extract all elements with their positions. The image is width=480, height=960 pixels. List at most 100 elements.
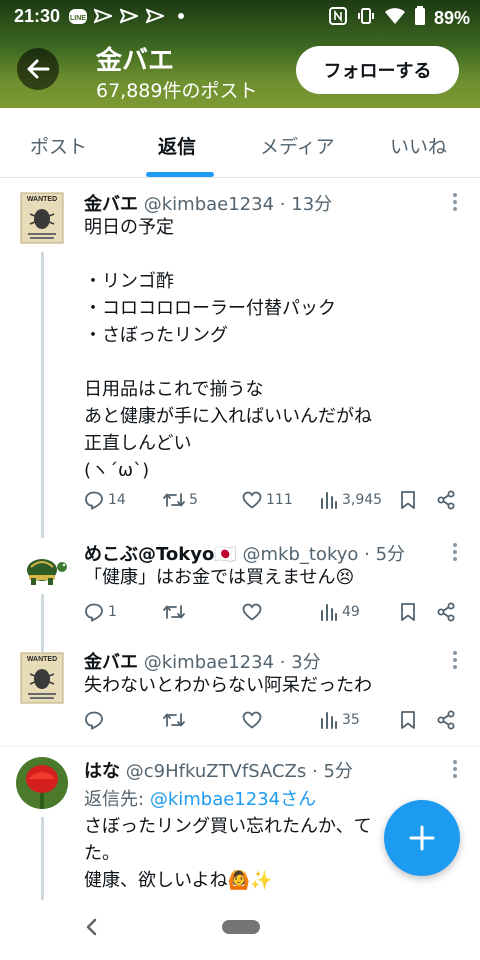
time-separator: · — [364, 544, 370, 565]
repost-button[interactable] — [163, 602, 189, 622]
dot-icon — [172, 8, 190, 24]
tweet-actions: 14 5 111 3,945 — [84, 490, 464, 516]
line-icon: LINE — [68, 8, 87, 24]
reply-to-user-link[interactable]: @kimbae1234さん — [150, 789, 316, 810]
time-separator: · — [279, 194, 286, 215]
timestamp[interactable]: 3分 — [291, 652, 320, 673]
post-count: 67,889件のポスト — [96, 80, 258, 102]
repost-icon — [163, 713, 185, 727]
reply-icon — [85, 491, 103, 510]
tweet-text: 失わないとわからない阿呆だったわ — [84, 675, 372, 696]
handle[interactable]: @mkb_tokyo — [242, 544, 358, 565]
battery-level: 89% — [433, 8, 470, 28]
timestamp[interactable]: 13分 — [291, 194, 332, 215]
reply-button[interactable]: 1 — [84, 602, 117, 622]
bookmark-icon[interactable] — [399, 490, 417, 510]
send-icon — [92, 8, 114, 24]
profile-tabs: ポスト 返信 メディア いいね — [0, 108, 480, 178]
tweet-header: めこぶ@Tokyo🇯🇵 @mkb_tokyo · 5分 — [84, 540, 405, 566]
display-name[interactable]: めこぶ@Tokyo — [84, 544, 214, 565]
flag-emoji: 🇯🇵 — [214, 544, 237, 565]
avatar[interactable] — [16, 757, 68, 809]
avatar[interactable]: WANTED — [20, 192, 64, 244]
heart-icon — [242, 603, 262, 621]
system-icons: 89% — [328, 6, 470, 31]
display-name[interactable]: 金バエ — [84, 194, 138, 215]
more-icon[interactable] — [452, 192, 458, 212]
svg-text:WANTED: WANTED — [27, 196, 57, 203]
repost-count: 5 — [189, 492, 198, 508]
views-icon — [321, 492, 337, 509]
like-count: 111 — [266, 492, 293, 508]
bookmark-icon[interactable] — [399, 602, 417, 622]
share-icon[interactable] — [436, 490, 456, 510]
share-icon[interactable] — [436, 602, 456, 622]
display-name[interactable]: はな — [84, 761, 120, 782]
like-button[interactable] — [242, 602, 266, 622]
view-count: 49 — [342, 604, 360, 620]
display-name[interactable]: 金バエ — [84, 652, 138, 673]
system-nav-bar — [0, 900, 480, 960]
home-pill[interactable] — [222, 920, 260, 934]
tab-posts[interactable]: ポスト — [30, 132, 87, 159]
timestamp[interactable]: 5分 — [323, 761, 352, 782]
views-button[interactable]: 35 — [320, 710, 360, 730]
status-time: 21:30 — [14, 6, 61, 26]
more-icon[interactable] — [452, 650, 458, 670]
tab-likes[interactable]: いいね — [390, 132, 447, 159]
tweet[interactable]: WANTED 金バエ @kimbae1234 · 3分 失わないとわからない阿呆… — [0, 640, 480, 746]
active-tab-indicator — [146, 172, 214, 177]
status-bar: 21:30 LINE 89% — [0, 0, 480, 34]
notification-icons: LINE — [68, 8, 190, 24]
wifi-icon — [384, 7, 406, 30]
tweet-text: 明日の予定 ・リンゴ酢 ・コロコロローラー付替パック ・さぼったリング 日用品は… — [84, 217, 372, 481]
tweet-header: はな @c9HfkuZTVfSACZs · 5分 — [84, 757, 353, 783]
bookmark-icon[interactable] — [399, 710, 417, 730]
tweet-actions: 1 49 — [84, 602, 464, 628]
reply-icon — [85, 711, 103, 730]
reply-button[interactable]: 14 — [84, 490, 126, 510]
handle[interactable]: @kimbae1234 — [144, 194, 274, 215]
time-separator: · — [311, 761, 318, 782]
tab-replies[interactable]: 返信 — [158, 132, 196, 159]
tweet-text: さぼったリング買い忘れたんか、て た。 健康、欲しいよね🙆✨ — [84, 816, 372, 891]
vibrate-icon — [356, 6, 376, 31]
like-button[interactable]: 111 — [242, 490, 293, 510]
handle[interactable]: @c9HfkuZTVfSACZs — [126, 761, 307, 782]
plus-icon — [409, 825, 435, 851]
tweet-text: 「健康」はお金では買えません😣 — [84, 567, 355, 588]
view-count: 3,945 — [342, 492, 383, 508]
more-icon[interactable] — [452, 759, 458, 779]
heart-icon — [242, 491, 262, 509]
tweet[interactable]: WANTED 金バエ @kimbae1234 · 13分 明日の予定 ・リンゴ酢… — [0, 178, 480, 538]
nav-back-icon[interactable] — [82, 916, 102, 938]
handle[interactable]: @kimbae1234 — [144, 652, 274, 673]
repost-button[interactable] — [163, 710, 189, 730]
tweet-actions: 35 — [84, 710, 464, 736]
heart-icon — [242, 711, 262, 729]
views-button[interactable]: 49 — [320, 602, 360, 622]
profile-header: 21:30 LINE 89% 金バエ 67,889件のポスト フォローする — [0, 0, 480, 108]
follow-button[interactable]: フォローする — [296, 46, 459, 94]
views-button[interactable]: 3,945 — [320, 490, 382, 510]
avatar[interactable] — [18, 554, 68, 586]
time-separator: · — [279, 652, 286, 673]
more-icon[interactable] — [452, 542, 458, 562]
like-button[interactable] — [242, 710, 266, 730]
repost-button[interactable]: 5 — [163, 490, 198, 510]
tweet-header: 金バエ @kimbae1234 · 13分 — [84, 190, 332, 216]
back-button[interactable] — [17, 48, 59, 90]
repost-icon — [163, 493, 185, 507]
share-icon[interactable] — [436, 710, 456, 730]
views-icon — [321, 712, 337, 729]
avatar[interactable]: WANTED — [20, 652, 64, 704]
view-count: 35 — [342, 712, 360, 728]
timestamp[interactable]: 5分 — [376, 544, 405, 565]
compose-button[interactable] — [384, 800, 460, 876]
reply-button[interactable] — [84, 710, 108, 730]
reply-to-line: 返信先: @kimbae1234さん — [84, 785, 316, 811]
tab-media[interactable]: メディア — [260, 132, 335, 159]
reply-icon — [85, 603, 103, 622]
tweet[interactable]: めこぶ@Tokyo🇯🇵 @mkb_tokyo · 5分 「健康」はお金では買えま… — [0, 530, 480, 652]
arrow-left-icon — [27, 59, 50, 79]
